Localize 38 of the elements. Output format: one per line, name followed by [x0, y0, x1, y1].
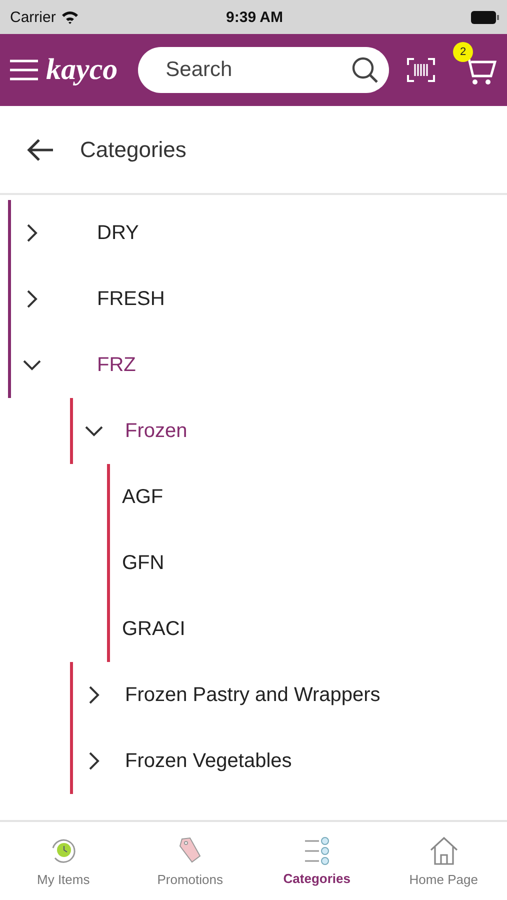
search-icon[interactable] [351, 56, 379, 84]
category-label: AGF [121, 486, 164, 508]
battery-icon [471, 10, 499, 24]
category-row[interactable]: Frozen [70, 398, 507, 464]
category-label: DRY [97, 222, 139, 244]
category-label: GFN [121, 552, 164, 574]
category-label: FRESH [97, 288, 165, 310]
cart-button[interactable]: 2 [453, 42, 497, 86]
menu-icon[interactable] [10, 59, 38, 81]
page-title: Categories [80, 136, 186, 162]
category-row[interactable]: GRACI [107, 596, 507, 662]
category-label: Frozen Vegetables [125, 750, 292, 772]
search-field[interactable]: Search [164, 57, 351, 83]
category-label: FRZ [97, 354, 136, 376]
category-label: Frozen Pastry and Wrappers [125, 684, 380, 706]
tab-bar-item[interactable]: My Items [0, 822, 127, 900]
category-row[interactable]: Frozen Vegetables [70, 728, 507, 794]
search-bar[interactable]: Search [138, 47, 389, 93]
category-row[interactable]: GFN [107, 530, 507, 596]
home-icon [428, 836, 459, 866]
tab-bar-item[interactable]: Home Page [380, 822, 507, 900]
category-row[interactable]: DRY [8, 200, 507, 266]
cart-count-badge: 2 [453, 42, 473, 62]
tab-bar-item[interactable]: Promotions [126, 822, 254, 900]
wifi-icon [60, 10, 79, 24]
category-row[interactable]: AGF [107, 464, 507, 530]
barcode-scan-icon[interactable] [407, 58, 435, 82]
category-row[interactable]: FRZ [8, 332, 507, 398]
category-label: Frozen [125, 420, 188, 442]
category-row[interactable]: Frozen Pastry and Wrappers [70, 662, 507, 728]
tab-bar-item[interactable]: Categories [254, 822, 380, 900]
category-row[interactable]: FRESH [8, 266, 507, 332]
back-arrow-icon[interactable] [26, 138, 54, 162]
carrier-label: Carrier [10, 8, 56, 26]
brand-logo: kayco [46, 53, 118, 87]
clock-time: 9:39 AM [226, 8, 283, 26]
category-label: GRACI [121, 618, 186, 640]
list-icon [302, 836, 331, 864]
